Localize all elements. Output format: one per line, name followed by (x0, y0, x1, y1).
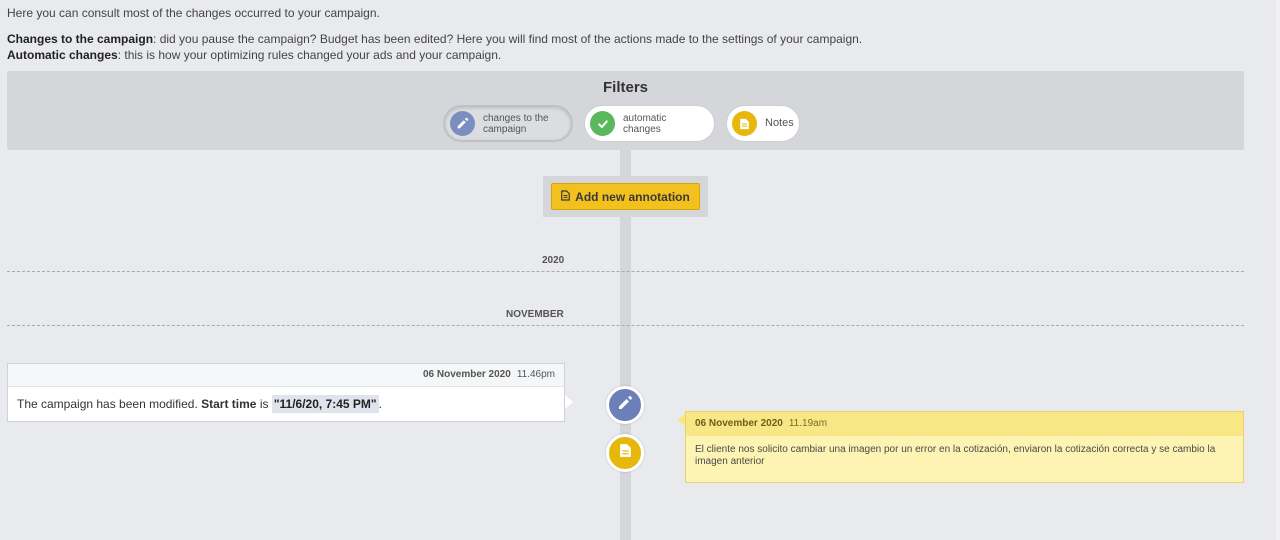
intro-text: Here you can consult most of the changes… (7, 6, 380, 20)
event-text-end: . (378, 397, 382, 411)
add-annotation-label: Add new annotation (575, 189, 690, 204)
filter-automatic-label-line1: automatic (623, 112, 667, 124)
description-changes-text: : did you pause the campaign? Budget has… (153, 32, 863, 46)
event-card-header: 06 November 2020 11.46pm (8, 364, 564, 387)
event-card-pointer (565, 395, 573, 409)
filter-automatic-changes[interactable]: automatic changes (584, 105, 715, 142)
timeline-node-edit[interactable] (606, 386, 644, 424)
filter-changes-to-campaign[interactable]: changes to the campaign (443, 105, 573, 142)
filter-automatic-label-line2: changes (623, 123, 661, 135)
description-changes-title: Changes to the campaign (7, 32, 154, 46)
event-text-mid: is (256, 397, 272, 411)
event-card-campaign-change: 06 November 2020 11.46pm The campaign has… (7, 363, 565, 422)
note-icon (619, 443, 632, 463)
event-card-note: 06 November 2020 11.19am El cliente nos s… (685, 411, 1244, 483)
month-divider (7, 325, 1244, 326)
timeline-node-note[interactable] (606, 434, 644, 472)
filter-notes-label: Notes (765, 117, 794, 129)
month-label: NOVEMBER (506, 309, 564, 320)
note-text: El cliente nos solicito cambiar una imag… (695, 444, 1216, 467)
annotation-button-container: Add new annotation (543, 176, 708, 217)
filters-panel: Filters changes to the campaign automati… (7, 71, 1244, 150)
event-card-body: The campaign has been modified. Start ti… (8, 387, 564, 421)
filter-changes-label: changes to the campaign (483, 113, 549, 135)
note-time: 11.19am (788, 418, 828, 429)
filter-changes-label-line1: changes to the (483, 112, 549, 124)
document-icon (561, 189, 571, 204)
add-annotation-button[interactable]: Add new annotation (551, 183, 700, 210)
event-field: Start time (201, 397, 257, 411)
note-card-header: 06 November 2020 11.19am (686, 412, 1243, 436)
event-time: 11.46pm (516, 369, 555, 380)
event-date: 06 November 2020 (422, 369, 511, 380)
event-text: The campaign has been modified. (17, 397, 202, 411)
year-label: 2020 (542, 255, 565, 266)
note-icon (732, 111, 757, 136)
note-date: 06 November 2020 (695, 418, 783, 429)
pencil-icon (450, 111, 475, 136)
filters-title: Filters (602, 79, 648, 96)
year-divider (7, 271, 1244, 272)
filter-automatic-label: automatic changes (623, 113, 666, 135)
pencil-icon (617, 395, 633, 416)
description-automatic: Automatic changes: this is how your opti… (7, 47, 862, 63)
description-changes: Changes to the campaign: did you pause t… (7, 31, 862, 47)
check-icon (590, 111, 615, 136)
note-card-pointer (677, 414, 685, 426)
descriptions: Changes to the campaign: did you pause t… (7, 31, 862, 63)
filter-notes[interactable]: Notes (726, 105, 800, 142)
description-automatic-text: : this is how your optimizing rules chan… (117, 48, 502, 62)
filter-changes-label-line2: campaign (483, 123, 527, 135)
scrollbar[interactable] (1276, 0, 1280, 540)
description-automatic-title: Automatic changes (7, 48, 118, 62)
event-value: "11/6/20, 7:45 PM" (271, 395, 379, 413)
